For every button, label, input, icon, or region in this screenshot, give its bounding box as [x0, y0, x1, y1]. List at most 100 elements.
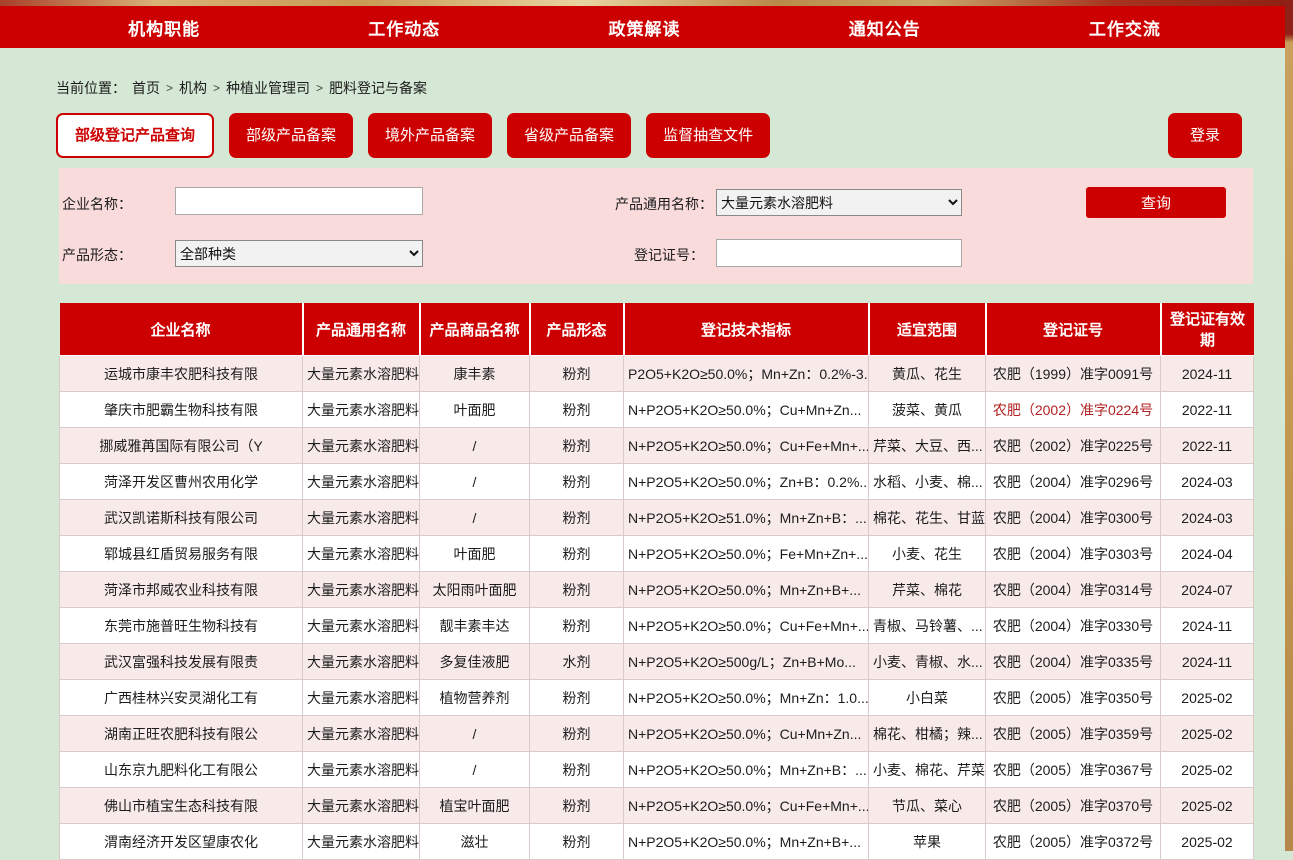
cell-expiry: 2025-02	[1161, 752, 1254, 788]
cell-expiry: 2025-02	[1161, 716, 1254, 752]
cell-generic: 大量元素水溶肥料	[303, 608, 420, 644]
cell-trade: 叶面肥	[420, 392, 530, 428]
cell-company: 山东京九肥料化工有限公	[60, 752, 303, 788]
breadcrumb-item-3[interactable]: 肥料登记与备案	[329, 78, 427, 98]
cell-generic: 大量元素水溶肥料	[303, 428, 420, 464]
cell-trade: 靓丰素丰达	[420, 608, 530, 644]
cell-generic: 大量元素水溶肥料	[303, 680, 420, 716]
column-header-0: 企业名称	[60, 303, 303, 356]
breadcrumb-separator: >	[166, 81, 173, 95]
product-form-label: 产品形态：	[62, 245, 132, 265]
cell-trade: 康丰素	[420, 356, 530, 392]
column-header-4: 登记技术指标	[624, 303, 869, 356]
cell-form: 粉剂	[530, 356, 624, 392]
cell-expiry: 2022-11	[1161, 428, 1254, 464]
table-row: 武汉富强科技发展有限责大量元素水溶肥料多复佳液肥水剂N+P2O5+K2O≥500…	[60, 644, 1254, 680]
cell-expiry: 2025-02	[1161, 824, 1254, 860]
cell-generic: 大量元素水溶肥料	[303, 824, 420, 860]
cell-cert: 农肥（2004）准字0296号	[986, 464, 1161, 500]
breadcrumb: 当前位置： 首页>机构>种植业管理司>肥料登记与备案	[56, 78, 1293, 98]
cell-cert: 农肥（2002）准字0224号	[986, 392, 1161, 428]
cell-indicator: N+P2O5+K2O≥500g/L；Zn+B+Mo...	[624, 644, 869, 680]
column-header-1: 产品通用名称	[303, 303, 420, 356]
cell-cert: 农肥（2004）准字0335号	[986, 644, 1161, 680]
table-row: 广西桂林兴安灵湖化工有大量元素水溶肥料植物营养剂粉剂N+P2O5+K2O≥50.…	[60, 680, 1254, 716]
cell-trade: 多复佳液肥	[420, 644, 530, 680]
generic-name-select[interactable]: 大量元素水溶肥料	[716, 189, 962, 216]
cell-scope: 棉花、柑橘；辣...	[869, 716, 986, 752]
query-button[interactable]: 查询	[1086, 187, 1226, 218]
cell-indicator: N+P2O5+K2O≥50.0%；Mn+Zn+B：...	[624, 752, 869, 788]
cell-indicator: N+P2O5+K2O≥50.0%；Mn+Zn+B+...	[624, 572, 869, 608]
cell-generic: 大量元素水溶肥料	[303, 392, 420, 428]
breadcrumb-item-2[interactable]: 种植业管理司	[226, 78, 310, 98]
cell-cert: 农肥（2005）准字0372号	[986, 824, 1161, 860]
table-row: 东莞市施普旺生物科技有大量元素水溶肥料靓丰素丰达粉剂N+P2O5+K2O≥50.…	[60, 608, 1254, 644]
tab-0[interactable]: 部级登记产品查询	[56, 113, 214, 158]
top-nav: 机构职能工作动态政策解读通知公告工作交流	[0, 6, 1285, 48]
cell-indicator: N+P2O5+K2O≥50.0%；Mn+Zn：1.0...	[624, 680, 869, 716]
cell-cert: 农肥（2005）准字0367号	[986, 752, 1161, 788]
cell-generic: 大量元素水溶肥料	[303, 788, 420, 824]
cert-no-label: 登记证号：	[634, 245, 704, 265]
cell-expiry: 2024-07	[1161, 572, 1254, 608]
cell-form: 粉剂	[530, 608, 624, 644]
nav-item-2[interactable]: 政策解读	[524, 15, 764, 40]
cell-expiry: 2024-11	[1161, 356, 1254, 392]
breadcrumb-item-0[interactable]: 首页	[132, 78, 160, 98]
cell-expiry: 2024-11	[1161, 608, 1254, 644]
table-row: 菏泽开发区曹州农用化学大量元素水溶肥料/粉剂N+P2O5+K2O≥50.0%；Z…	[60, 464, 1254, 500]
column-header-3: 产品形态	[530, 303, 624, 356]
table-row: 挪威雅苒国际有限公司（Y大量元素水溶肥料/粉剂N+P2O5+K2O≥50.0%；…	[60, 428, 1254, 464]
company-name-label: 企业名称：	[62, 194, 132, 214]
nav-item-3[interactable]: 通知公告	[765, 15, 1005, 40]
cell-expiry: 2024-04	[1161, 536, 1254, 572]
cell-form: 粉剂	[530, 824, 624, 860]
cell-scope: 芹菜、棉花	[869, 572, 986, 608]
company-name-input[interactable]	[175, 187, 423, 215]
cell-form: 粉剂	[530, 716, 624, 752]
cell-form: 粉剂	[530, 752, 624, 788]
table-row: 运城市康丰农肥科技有限大量元素水溶肥料康丰素粉剂P2O5+K2O≥50.0%；M…	[60, 356, 1254, 392]
cell-expiry: 2025-02	[1161, 788, 1254, 824]
cell-cert: 农肥（2005）准字0370号	[986, 788, 1161, 824]
breadcrumb-item-1[interactable]: 机构	[179, 78, 207, 98]
nav-item-0[interactable]: 机构职能	[44, 15, 284, 40]
cell-form: 粉剂	[530, 500, 624, 536]
tab-2[interactable]: 境外产品备案	[368, 113, 492, 158]
cell-indicator: P2O5+K2O≥50.0%；Mn+Zn：0.2%-3...	[624, 356, 869, 392]
cell-indicator: N+P2O5+K2O≥50.0%；Cu+Fe+Mn+...	[624, 428, 869, 464]
table-body: 运城市康丰农肥科技有限大量元素水溶肥料康丰素粉剂P2O5+K2O≥50.0%；M…	[60, 356, 1254, 860]
tab-4[interactable]: 监督抽查文件	[646, 113, 770, 158]
column-header-6: 登记证号	[986, 303, 1161, 356]
cell-expiry: 2025-02	[1161, 680, 1254, 716]
cell-cert: 农肥（2004）准字0303号	[986, 536, 1161, 572]
cell-indicator: N+P2O5+K2O≥50.0%；Cu+Mn+Zn...	[624, 716, 869, 752]
tab-1[interactable]: 部级产品备案	[229, 113, 353, 158]
cell-expiry: 2024-11	[1161, 644, 1254, 680]
cell-trade: 叶面肥	[420, 536, 530, 572]
table-row: 菏泽市邦威农业科技有限大量元素水溶肥料太阳雨叶面肥粉剂N+P2O5+K2O≥50…	[60, 572, 1254, 608]
cell-company: 武汉富强科技发展有限责	[60, 644, 303, 680]
login-button[interactable]: 登录	[1168, 113, 1242, 158]
tab-3[interactable]: 省级产品备案	[507, 113, 631, 158]
cell-cert: 农肥（2002）准字0225号	[986, 428, 1161, 464]
table-row: 肇庆市肥霸生物科技有限大量元素水溶肥料叶面肥粉剂N+P2O5+K2O≥50.0%…	[60, 392, 1254, 428]
product-form-select[interactable]: 全部种类	[175, 240, 423, 267]
right-edge-banner	[1285, 0, 1293, 851]
cell-generic: 大量元素水溶肥料	[303, 644, 420, 680]
nav-item-4[interactable]: 工作交流	[1005, 15, 1245, 40]
cell-cert: 农肥（2005）准字0359号	[986, 716, 1161, 752]
cell-company: 挪威雅苒国际有限公司（Y	[60, 428, 303, 464]
table-row: 佛山市植宝生态科技有限大量元素水溶肥料植宝叶面肥粉剂N+P2O5+K2O≥50.…	[60, 788, 1254, 824]
nav-item-1[interactable]: 工作动态	[284, 15, 524, 40]
cell-trade: /	[420, 752, 530, 788]
cell-company: 广西桂林兴安灵湖化工有	[60, 680, 303, 716]
cell-trade: 滋壮	[420, 824, 530, 860]
cell-generic: 大量元素水溶肥料	[303, 752, 420, 788]
cell-cert: 农肥（2004）准字0314号	[986, 572, 1161, 608]
cert-no-input[interactable]	[716, 239, 962, 267]
cell-generic: 大量元素水溶肥料	[303, 716, 420, 752]
cell-form: 粉剂	[530, 536, 624, 572]
cell-scope: 菠菜、黄瓜	[869, 392, 986, 428]
